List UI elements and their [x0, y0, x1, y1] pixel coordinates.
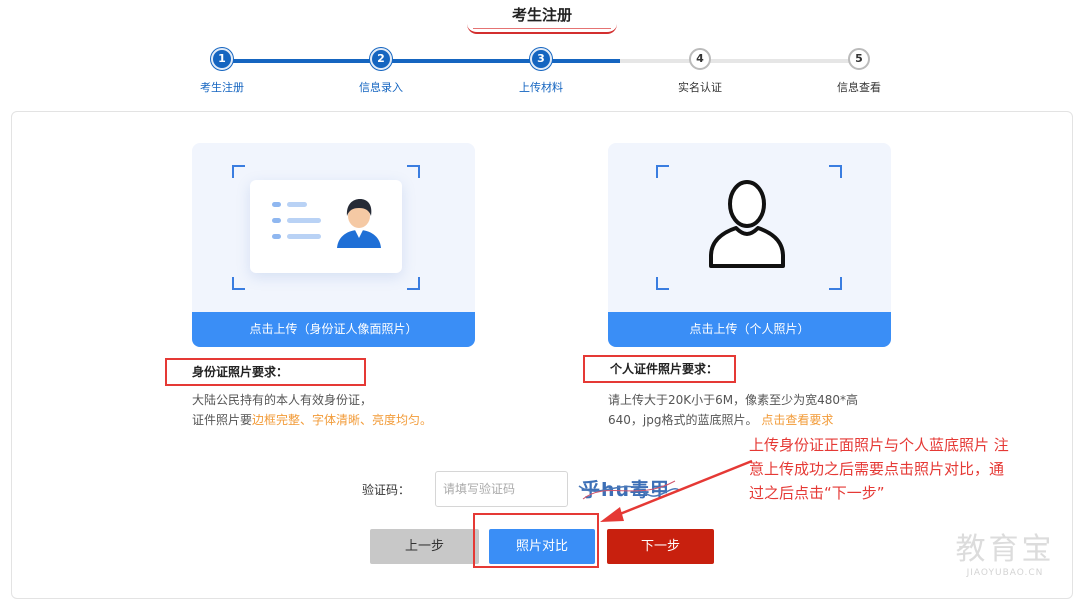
step-3-label: 上传材料 [519, 81, 563, 94]
step-5: 5 信息查看 [819, 48, 899, 95]
upload-id-photo-button[interactable]: 点击上传（身份证人像面照片） [192, 312, 475, 347]
step-4: 4 实名认证 [660, 48, 740, 95]
step-5-number: 5 [848, 48, 870, 70]
frame-corner-icon [656, 165, 669, 178]
frame-corner-icon [232, 277, 245, 290]
annotation-text: 上传身份证正面照片与个人蓝底照片 注 意上传成功之后需要点击照片对比，通 过之后… [749, 433, 1079, 505]
person-avatar-icon [337, 199, 381, 248]
next-step-button[interactable]: 下一步 [607, 529, 714, 564]
id-requirement-text: 大陆公民持有的本人有效身份证， 证件照片要边框完整、字体清晰、亮度均匀。 [192, 390, 432, 430]
watermark-main: 教育宝 [955, 532, 1055, 567]
progress-steps: 1 考生注册 2 信息录入 3 上传材料 4 实名认证 5 信息查看 [0, 48, 1080, 98]
step-1: 1 考生注册 [182, 48, 262, 95]
frame-corner-icon [829, 277, 842, 290]
step-3-number: 3 [530, 48, 552, 70]
id-requirement-highlight: 边框完整、字体清晰、亮度均匀。 [252, 413, 433, 427]
view-requirements-link[interactable]: 点击查看要求 [761, 413, 833, 427]
compare-button-highlight-box [473, 513, 599, 568]
captcha-input[interactable] [435, 471, 568, 507]
frame-corner-icon [407, 165, 420, 178]
frame-corner-icon [829, 165, 842, 178]
watermark-sub: JIAOYUBAO.CN [966, 568, 1044, 578]
person-silhouette-icon [709, 180, 785, 268]
upload-personal-photo-button[interactable]: 点击上传（个人照片） [608, 312, 891, 347]
step-5-label: 信息查看 [837, 81, 881, 94]
personal-requirement-text: 请上传大于20K小于6M，像素至少为宽480*高 640，jpg格式的蓝底照片。… [608, 390, 858, 430]
id-requirement-line-2: 证件照片要边框完整、字体清晰、亮度均匀。 [192, 413, 433, 427]
step-3: 3 上传材料 [501, 48, 581, 95]
watermark-logo: 教育宝 JIAOYUBAO.CN [935, 532, 1075, 578]
step-2-number: 2 [370, 48, 392, 70]
annotation-line-3: 过之后点击“下一步” [749, 484, 885, 502]
step-4-number: 4 [689, 48, 711, 70]
step-4-label: 实名认证 [678, 81, 722, 94]
frame-corner-icon [407, 277, 420, 290]
id-requirement-line-1: 大陆公民持有的本人有效身份证， [192, 393, 373, 407]
id-photo-upload-card[interactable]: 点击上传（身份证人像面照片） [192, 143, 475, 347]
step-1-number: 1 [211, 48, 233, 70]
personal-photo-upload-card[interactable]: 点击上传（个人照片） [608, 143, 891, 347]
step-2-label: 信息录入 [359, 81, 403, 94]
personal-requirement-title: 个人证件照片要求： [583, 355, 736, 383]
page-title: 考生注册 [467, 0, 617, 34]
step-1-label: 考生注册 [200, 81, 244, 94]
annotation-arrow-icon [600, 459, 753, 522]
personal-requirement-line-2: 640，jpg格式的蓝底照片。 点击查看要求 [608, 413, 834, 427]
previous-step-button[interactable]: 上一步 [370, 529, 479, 564]
annotation-line-2: 意上传成功之后需要点击照片对比，通 [749, 460, 1005, 478]
personal-requirement-line-1: 请上传大于20K小于6M，像素至少为宽480*高 [608, 393, 859, 407]
id-requirement-title: 身份证照片要求： [165, 358, 366, 386]
id-card-illustration-icon [250, 180, 402, 273]
step-2: 2 信息录入 [341, 48, 421, 95]
frame-corner-icon [232, 165, 245, 178]
frame-corner-icon [656, 277, 669, 290]
captcha-label: 验证码： [362, 483, 411, 497]
annotation-line-1: 上传身份证正面照片与个人蓝底照片 注 [749, 436, 1009, 454]
